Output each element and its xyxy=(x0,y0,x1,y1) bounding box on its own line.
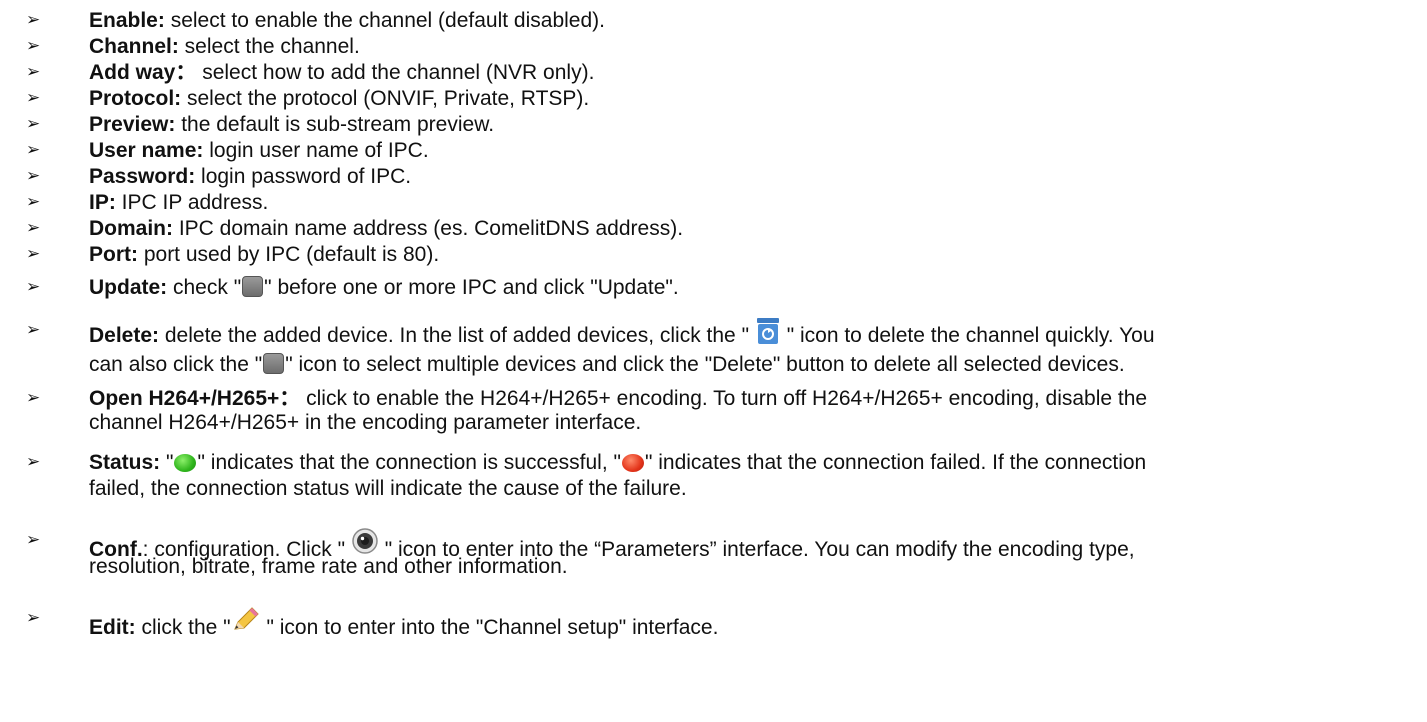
pencil-icon xyxy=(233,607,259,630)
bullet-icon: ➢ xyxy=(26,244,41,264)
description: select the channel. xyxy=(178,35,360,58)
bullet-icon: ➢ xyxy=(26,114,41,134)
term: Status: xyxy=(89,451,161,474)
term: Update: xyxy=(89,276,168,299)
bullet-icon: ➢ xyxy=(26,140,41,160)
bullet-icon: ➢ xyxy=(26,192,41,212)
description: IPC domain name address (es. ComelitDNS … xyxy=(173,217,684,240)
bullet-icon: ➢ xyxy=(26,36,41,56)
description: select the protocol (ONVIF, Private, RTS… xyxy=(181,87,590,110)
bullet-icon: ➢ xyxy=(26,218,41,238)
bullet-icon: ➢ xyxy=(26,320,41,340)
bullet-icon: ➢ xyxy=(26,62,41,82)
bullet-icon: ➢ xyxy=(26,88,41,108)
bullet-icon: ➢ xyxy=(26,388,41,408)
checkbox-icon xyxy=(242,276,264,297)
description: select how to add the channel (NVR only)… xyxy=(196,61,595,84)
bullet-icon: ➢ xyxy=(26,277,41,297)
checkbox-icon xyxy=(263,353,285,374)
term: Domain: xyxy=(89,217,173,240)
term: Password: xyxy=(89,165,196,188)
term: Channel: xyxy=(89,35,179,58)
description: port used by IPC (default is 80). xyxy=(138,243,440,266)
recycle-bin-icon xyxy=(756,318,779,344)
term: Protocol: xyxy=(89,87,182,110)
term: Preview: xyxy=(89,113,176,136)
term: User name: xyxy=(89,139,204,162)
bullet-icon: ➢ xyxy=(26,166,41,186)
term: Open H264+/H265+： xyxy=(89,387,301,410)
term: Edit: xyxy=(89,616,136,639)
term: Port: xyxy=(89,243,138,266)
description: select to enable the channel (default di… xyxy=(164,9,605,32)
camera-icon xyxy=(352,528,378,554)
bullet-icon: ➢ xyxy=(26,608,41,628)
description: the default is sub-stream preview. xyxy=(175,113,495,136)
term: Add way： xyxy=(89,61,197,84)
bullet-icon: ➢ xyxy=(26,452,41,472)
description: login user name of IPC. xyxy=(203,139,429,162)
term: Enable: xyxy=(89,9,165,32)
red-dot-icon xyxy=(621,454,644,472)
term: Delete: xyxy=(89,324,160,347)
term: IP: xyxy=(89,191,116,214)
description: login password of IPC. xyxy=(195,165,412,188)
description: IPC IP address. xyxy=(115,191,269,214)
green-dot-icon xyxy=(174,454,197,472)
bullet-icon: ➢ xyxy=(26,530,41,550)
bullet-icon: ➢ xyxy=(26,10,41,30)
